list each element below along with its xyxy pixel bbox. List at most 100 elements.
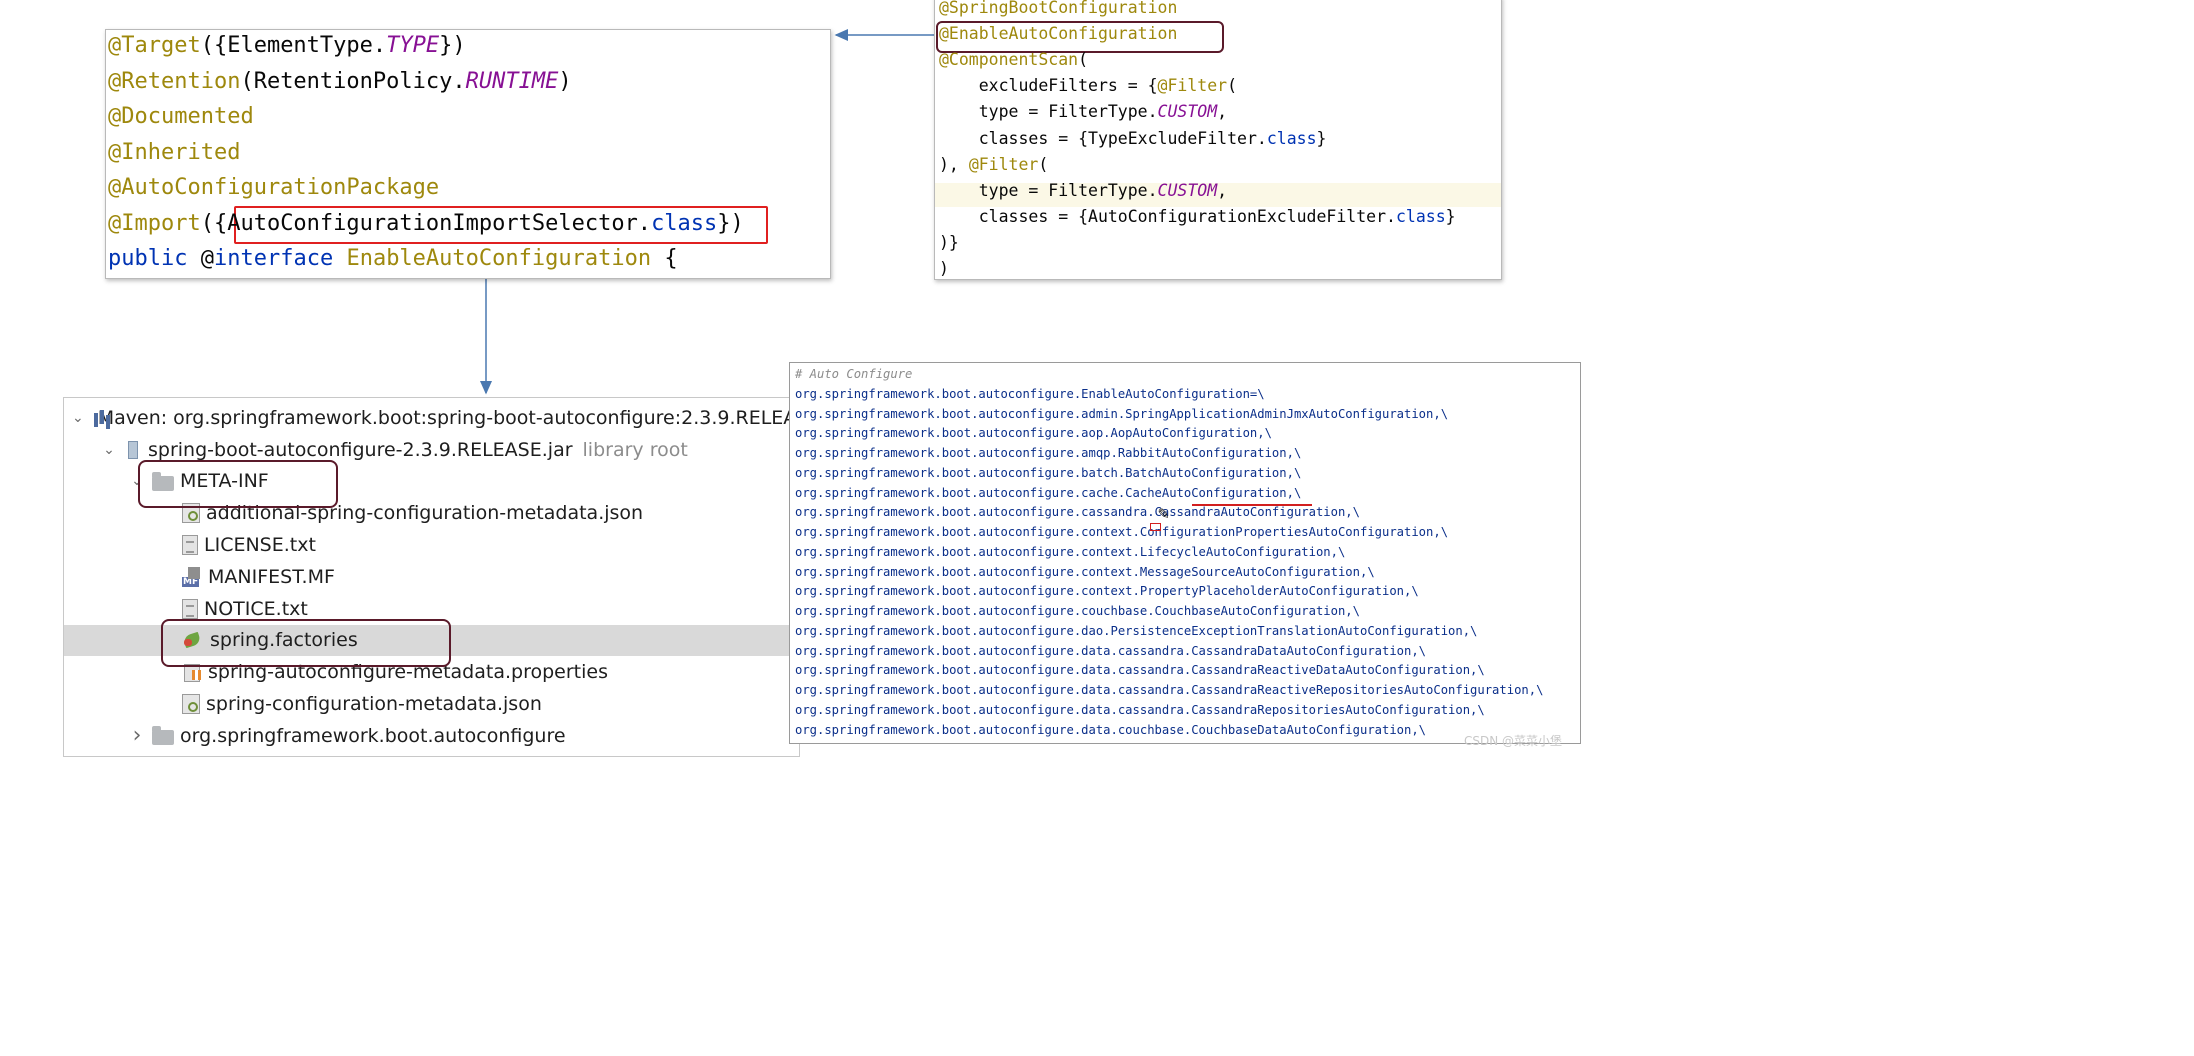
factories-line: org.springframework.boot.autoconfigure.c…: [795, 604, 1360, 618]
code-line: @Target({ElementType.TYPE}): [108, 28, 466, 64]
project-tree-panel: ⌄ Maven: org.springframework.boot:spring-…: [63, 397, 800, 757]
code-token: )}: [939, 232, 959, 252]
code-token: @SpringBootConfiguration: [939, 0, 1178, 17]
factories-line: org.springframework.boot.autoconfigure.d…: [795, 623, 1478, 638]
code-line: @SpringBootConfiguration: [939, 0, 1177, 21]
code-token: ),: [939, 154, 969, 174]
jar-icon: [124, 440, 142, 460]
factories-line: org.springframework.boot.autoconfigure.d…: [795, 663, 1485, 678]
code-line: classes = {TypeExcludeFilter.class}: [939, 126, 1327, 152]
package-folder-icon: [152, 726, 174, 746]
code-token: }: [1445, 206, 1456, 226]
code-token: @ComponentScan: [939, 50, 1079, 70]
code-token: class: [1395, 206, 1446, 226]
tree-item-label: org.springframework.boot.autoconfigure: [180, 724, 566, 747]
factories-line: org.springframework.boot.autoconfigure.E…: [795, 386, 1265, 401]
tree-item-label: spring-boot-autoconfigure-2.3.9.RELEASE.…: [148, 438, 573, 461]
factories-line: org.springframework.boot.autoconfigure.a…: [795, 446, 1302, 460]
cursor-icon: ✎: [1158, 503, 1169, 524]
code-token: (: [1227, 76, 1238, 96]
tree-item-label: spring-configuration-metadata.json: [206, 693, 542, 716]
factories-line: org.springframework.boot.autoconfigure.a…: [795, 426, 1272, 441]
tree-item[interactable]: LICENSE.txt: [64, 529, 799, 561]
code-token: @Import: [108, 210, 201, 236]
code-token: classes = {TypeExcludeFilter.: [939, 128, 1267, 148]
code-line: @Import({AutoConfigurationImportSelector…: [108, 206, 744, 242]
code-token: ({AutoConfigurationImportSelector.: [200, 210, 652, 236]
code-line: )}: [939, 230, 959, 256]
factories-comment: # Auto Configure: [795, 367, 913, 381]
manifest-file-icon: [182, 566, 202, 587]
factories-line: org.springframework.boot.autoconfigure.c…: [795, 544, 1346, 559]
tree-item-label: Maven: org.springframework.boot:spring-b…: [97, 406, 800, 429]
code-line: @Inherited: [108, 135, 240, 171]
code-token: @AutoConfigurationPackage: [108, 175, 440, 200]
factories-line: org.springframework.boot.autoconfigure.d…: [795, 683, 1544, 697]
code-token: ({ElementType.: [200, 33, 387, 58]
code-token: RUNTIME: [465, 68, 559, 94]
cursor-marker: [1150, 523, 1161, 531]
chevron-down-icon[interactable]: ⌄: [72, 410, 84, 426]
spring-boot-application-code-panel: @SpringBootConfiguration @EnableAutoConfi…: [934, 0, 1502, 280]
tree-item[interactable]: › org.springframework.boot.autoconfigure: [64, 720, 799, 752]
code-token: classes = {AutoConfigurationExcludeFilte…: [939, 206, 1396, 226]
factories-line: org.springframework.boot.autoconfigure.c…: [795, 485, 1302, 500]
factories-line: org.springframework.boot.autoconfigure.c…: [795, 584, 1419, 599]
text-file-icon: [182, 598, 198, 619]
code-token: ,: [1217, 102, 1228, 122]
code-token: @Documented: [108, 104, 254, 129]
code-line: ): [939, 256, 949, 282]
cache-underline: [1192, 504, 1312, 506]
enable-auto-configuration-code-panel: @Target({ElementType.TYPE}) @Retention(Re…: [105, 29, 831, 279]
factories-line: org.springframework.boot.autoconfigure.c…: [795, 525, 1449, 539]
chevron-down-icon[interactable]: ⌄: [102, 442, 116, 458]
text-file-icon: [182, 535, 198, 556]
code-token: @Filter: [968, 154, 1039, 174]
code-line: ), @Filter(: [939, 152, 1048, 178]
code-token: type = FilterType.: [939, 180, 1158, 200]
code-token: CUSTOM: [1157, 102, 1218, 122]
tree-item-label: MANIFEST.MF: [208, 565, 335, 588]
code-token: interface: [213, 246, 334, 271]
code-line: type = FilterType.CUSTOM,: [939, 99, 1227, 125]
code-token: (RetentionPolicy.: [240, 68, 466, 94]
code-token: EnableAutoConfiguration: [346, 246, 652, 271]
spring-factories-code-panel: # Auto Configure org.springframework.boot…: [789, 362, 1581, 744]
factories-line: org.springframework.boot.autoconfigure.c…: [795, 564, 1375, 579]
code-token: @Retention: [108, 68, 241, 94]
code-token: CUSTOM: [1157, 180, 1218, 200]
code-token: @Target: [108, 33, 201, 58]
code-token: @EnableAutoConfiguration: [939, 24, 1178, 44]
code-token: {: [651, 246, 678, 271]
code-token: }): [717, 210, 744, 236]
tree-item-label: LICENSE.txt: [204, 534, 316, 557]
factories-line: org.springframework.boot.autoconfigure.c…: [795, 505, 1360, 520]
code-token: (: [1038, 154, 1049, 174]
code-line: @Retention(RetentionPolicy.RUNTIME): [108, 64, 572, 100]
factories-line: org.springframework.boot.autoconfigure.a…: [795, 406, 1449, 421]
json-file-icon: [182, 694, 200, 715]
code-line: @EnableAutoConfiguration: [939, 21, 1177, 47]
chevron-right-icon[interactable]: ›: [130, 723, 144, 748]
code-token: ): [558, 68, 572, 94]
tree-item[interactable]: MANIFEST.MF: [64, 561, 799, 593]
code-line: @Documented: [108, 99, 254, 135]
code-token: @: [187, 246, 214, 271]
factories-line: org.springframework.boot.autoconfigure.d…: [795, 722, 1427, 737]
code-line: @AutoConfigurationPackage: [108, 170, 439, 206]
factories-line: org.springframework.boot.autoconfigure.b…: [795, 465, 1302, 480]
meta-inf-highlight: [138, 460, 338, 508]
code-token: excludeFilters = {: [939, 76, 1158, 96]
code-token: type = FilterType.: [939, 102, 1158, 122]
code-token: }): [439, 33, 466, 58]
tree-item[interactable]: ⌄ Maven: org.springframework.boot:spring-…: [64, 402, 799, 434]
watermark: CSDN @菜菜小堡: [1463, 734, 1562, 748]
code-line: classes = {AutoConfigurationExcludeFilte…: [939, 204, 1456, 230]
spring-factories-highlight: [161, 619, 451, 667]
factories-line: org.springframework.boot.autoconfigure.d…: [795, 643, 1427, 658]
tree-item-suffix: library root: [582, 438, 688, 461]
code-line: type = FilterType.CUSTOM,: [939, 178, 1227, 204]
tree-item[interactable]: spring-configuration-metadata.json: [64, 688, 799, 720]
code-token: ,: [1217, 180, 1228, 200]
